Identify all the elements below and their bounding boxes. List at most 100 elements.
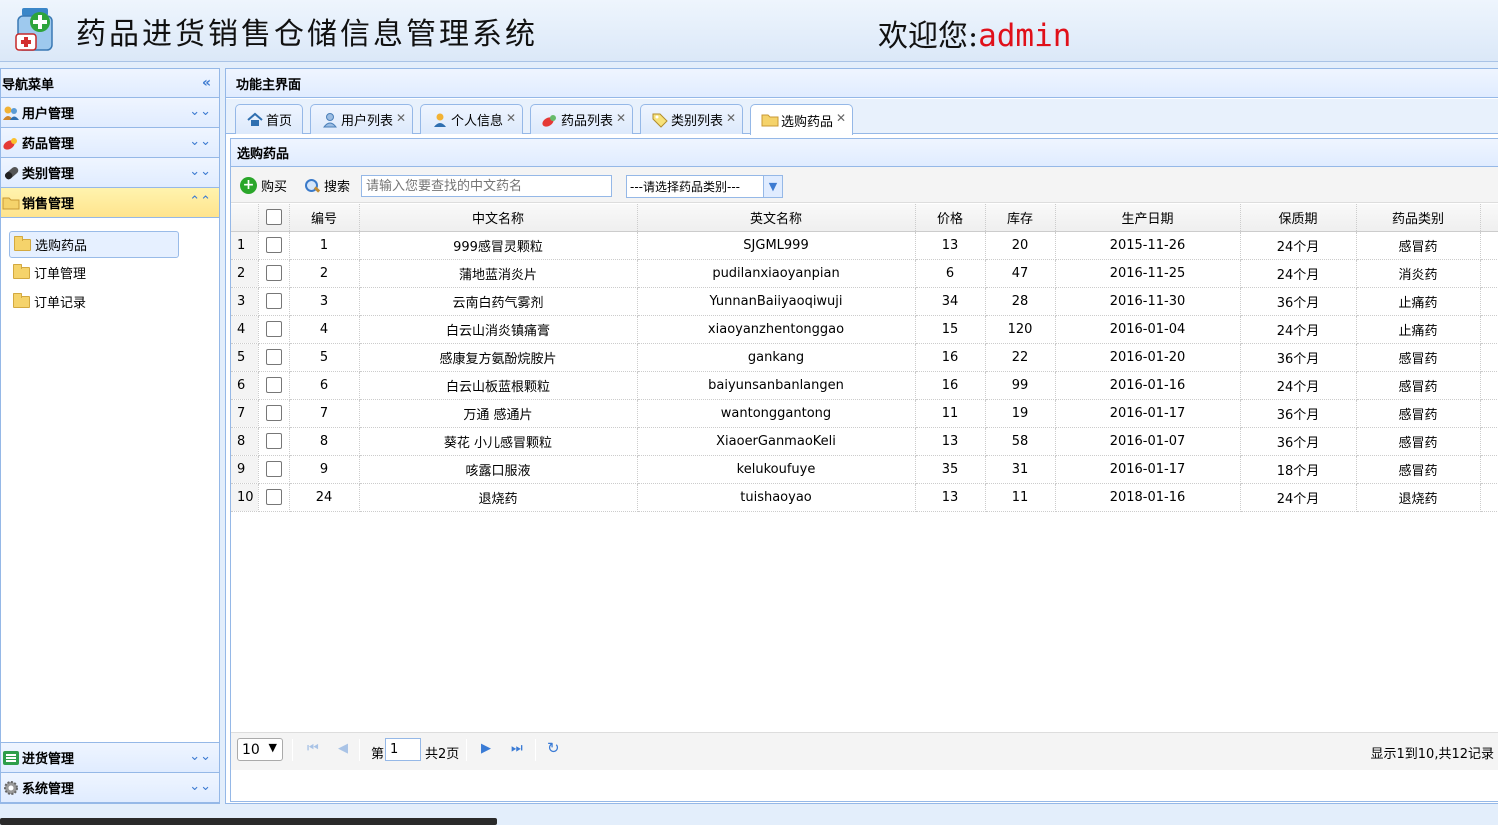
separator — [359, 739, 360, 761]
row-checkbox[interactable] — [265, 349, 282, 365]
cell-chinese-name: 万通 感通片 — [359, 399, 638, 428]
close-tab-icon[interactable]: ✕ — [506, 111, 516, 125]
tab-home[interactable]: 首页 — [235, 104, 303, 134]
horizontal-scrollbar[interactable] — [0, 818, 497, 825]
cell-chinese-name: 咳露口服液 — [359, 455, 638, 484]
capsule-icon — [4, 166, 19, 179]
table-row[interactable]: 10 24 退烧药 tuishaoyao 13 11 2018-01-16 24个月 退烧药 — [231, 483, 1498, 512]
cell-category: 感冒药 — [1356, 455, 1481, 484]
column-header-price[interactable]: 价格 — [915, 204, 986, 232]
cell-chinese-name: 白云山消炎镇痛膏 — [359, 315, 638, 344]
row-checkbox-cell — [258, 371, 290, 400]
users-icon — [322, 112, 338, 127]
expand-icon: ⌄⌄ — [189, 134, 211, 149]
row-checkbox[interactable] — [265, 461, 282, 477]
cell-english-name: XiaoerGanmaoKeli — [637, 427, 916, 456]
first-page-icon[interactable]: ⏮ — [307, 741, 319, 756]
row-checkbox[interactable] — [265, 377, 282, 393]
row-checkbox-cell — [258, 483, 290, 512]
tab-user-list[interactable]: 用户列表 ✕ — [310, 104, 413, 134]
table-row[interactable]: 5 5 感康复方氨酚烷胺片 gankang 16 22 2016-01-20 36个月 感冒药 — [231, 343, 1498, 372]
row-number: 8 — [231, 427, 259, 456]
table-row[interactable]: 8 8 葵花 小儿感冒颗粒 XiaoerGanmaoKeli 13 58 2016-01-0… — [231, 427, 1498, 456]
collapse-sidebar-icon[interactable]: « — [202, 75, 211, 91]
menu-user-management[interactable]: 用户管理 ⌄⌄ — [1, 98, 219, 128]
menu-drug-management[interactable]: 药品管理 ⌄⌄ — [1, 128, 219, 158]
row-checkbox[interactable] — [265, 293, 282, 309]
column-header-english-name[interactable]: 英文名称 — [637, 204, 916, 232]
table-row[interactable]: 7 7 万通 感通片 wantonggantong 11 19 2016-01-17 36个月… — [231, 399, 1498, 428]
tab-label: 个人信息 — [451, 114, 504, 129]
search-button[interactable]: 搜索 — [304, 176, 350, 195]
page-number-input[interactable]: 1 — [385, 738, 421, 761]
cell-chinese-name: 999感冒灵颗粒 — [359, 231, 638, 260]
close-tab-icon[interactable]: ✕ — [616, 111, 626, 125]
column-header-production-date[interactable]: 生产日期 — [1055, 204, 1241, 232]
close-tab-icon[interactable]: ✕ — [726, 111, 736, 125]
username: admin — [978, 18, 1072, 54]
cell-price: 13 — [915, 427, 986, 456]
menu-sales-management[interactable]: 销售管理 ⌃⌃ — [1, 188, 219, 218]
table-row[interactable]: 2 2 蒲地蓝消炎片 pudilanxiaoyanpian 6 47 2016-11-25 2… — [231, 259, 1498, 288]
column-header-category[interactable]: 药品类别 — [1356, 204, 1481, 232]
cell-english-name: wantonggantong — [637, 399, 916, 428]
tab-label: 类别列表 — [671, 114, 724, 129]
table-row[interactable]: 3 3 云南白药气雾剂 YunnanBaiiyaoqiwuji 34 28 2016-11-… — [231, 287, 1498, 316]
tree-item-select-drug[interactable]: 选购药品 — [9, 231, 179, 258]
row-checkbox-cell — [258, 287, 290, 316]
page-size-select[interactable]: 10 ▼ — [237, 738, 283, 761]
cell-stock: 19 — [985, 399, 1056, 428]
column-header-id[interactable]: 编号 — [289, 204, 360, 232]
menu-purchase-management[interactable]: 进货管理 ⌄⌄ — [1, 743, 219, 773]
last-page-icon[interactable]: ⏭ — [511, 741, 523, 756]
row-checkbox[interactable] — [265, 489, 282, 505]
cell-production-date: 2016-01-07 — [1055, 427, 1241, 456]
tab-category-list[interactable]: 类别列表 ✕ — [640, 104, 743, 134]
row-checkbox[interactable] — [265, 321, 282, 337]
column-header-stock[interactable]: 库存 — [985, 204, 1056, 232]
menu-system-management[interactable]: 系统管理 ⌄⌄ — [1, 773, 219, 803]
table-row[interactable]: 1 1 999感冒灵颗粒 SJGML999 13 20 2015-11-26 24个月 感冒药 — [231, 231, 1498, 260]
row-checkbox-cell — [258, 259, 290, 288]
category-select-value: ---请选择药品类别--- — [630, 180, 740, 194]
menu-label: 进货管理 — [22, 752, 75, 767]
column-header-shelf-life[interactable]: 保质期 — [1240, 204, 1357, 232]
row-checkbox[interactable] — [265, 405, 282, 421]
table-row[interactable]: 9 9 咳露口服液 kelukoufuye 35 31 2016-01-17 18个月 感冒药 — [231, 455, 1498, 484]
cell-price: 16 — [915, 343, 986, 372]
plus-icon: + — [240, 177, 257, 194]
search-input[interactable] — [361, 175, 612, 197]
refresh-icon[interactable]: ↻ — [547, 739, 560, 757]
close-tab-icon[interactable]: ✕ — [836, 111, 846, 125]
cell-category: 退烧药 — [1356, 483, 1481, 512]
cell-stock: 31 — [985, 455, 1056, 484]
tree-item-order-records[interactable]: 订单记录 — [9, 288, 179, 315]
table-row[interactable]: 4 4 白云山消炎镇痛膏 xiaoyanzhentonggao 15 120 2016-01… — [231, 315, 1498, 344]
tree-item-order-management[interactable]: 订单管理 — [9, 259, 179, 286]
cell-id: 5 — [289, 343, 360, 372]
close-tab-icon[interactable]: ✕ — [396, 111, 406, 125]
row-checkbox[interactable] — [265, 265, 282, 281]
category-select[interactable]: ---请选择药品类别--- ▼ — [626, 175, 783, 198]
column-header-chinese-name[interactable]: 中文名称 — [359, 204, 638, 232]
cell-shelf-life: 24个月 — [1240, 483, 1357, 512]
buy-button[interactable]: + 购买 — [240, 176, 287, 195]
next-page-icon[interactable]: ▶ — [481, 741, 491, 756]
row-number: 1 — [231, 231, 259, 260]
table-row[interactable]: 6 6 白云山板蓝根颗粒 baiyunsanbanlangen 16 99 2016-01-… — [231, 371, 1498, 400]
cell-category: 感冒药 — [1356, 343, 1481, 372]
row-checkbox[interactable] — [265, 433, 282, 449]
tab-select-drug[interactable]: 选购药品 ✕ — [750, 104, 853, 135]
cell-id: 7 — [289, 399, 360, 428]
grid-toolbar: + 购买 搜索 ---请选择药品类别--- ▼ — [231, 167, 1498, 203]
prev-page-icon[interactable]: ◀ — [338, 741, 348, 756]
tab-personal-info[interactable]: 个人信息 ✕ — [420, 104, 523, 134]
chevron-down-icon: ▼ — [268, 741, 277, 754]
tree-item-label: 选购药品 — [35, 239, 88, 254]
select-all-checkbox[interactable] — [265, 209, 282, 226]
expand-icon: ⌄⌄ — [189, 749, 211, 764]
row-checkbox-cell — [258, 427, 290, 456]
menu-category-management[interactable]: 类别管理 ⌄⌄ — [1, 158, 219, 188]
row-checkbox[interactable] — [265, 237, 282, 253]
tab-drug-list[interactable]: 药品列表 ✕ — [530, 104, 633, 134]
